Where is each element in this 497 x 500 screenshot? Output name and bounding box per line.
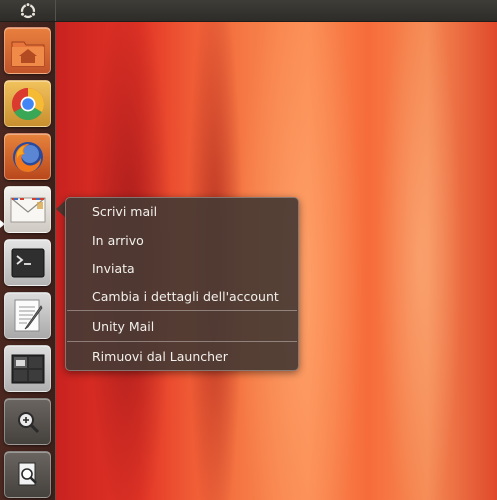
menu-separator: [67, 341, 297, 342]
menu-item-compose[interactable]: Scrivi mail: [92, 204, 157, 219]
top-panel: [0, 0, 497, 22]
menu-item-account-settings[interactable]: Cambia i dettagli dell'account: [92, 289, 279, 304]
magnifier-icon: [17, 411, 39, 433]
launcher-item-mail[interactable]: [4, 186, 51, 233]
home-folder-icon: [11, 41, 44, 66]
document-viewer-icon: [18, 462, 37, 485]
launcher: [0, 22, 56, 500]
menu-item-app-name[interactable]: Unity Mail: [92, 319, 154, 334]
ubuntu-logo-icon: [19, 1, 36, 18]
menu-item-sent[interactable]: Inviata: [92, 261, 135, 276]
launcher-item-home-folder[interactable]: [4, 27, 51, 74]
launcher-quicklist: Scrivi mail In arrivo Inviata Cambia i d…: [65, 197, 299, 371]
launcher-item-text-editor[interactable]: [4, 292, 51, 339]
launcher-item-document-viewer[interactable]: [4, 451, 51, 498]
launcher-item-workspace-switcher[interactable]: [4, 345, 51, 392]
firefox-icon: [12, 141, 43, 172]
launcher-item-magnifier[interactable]: [4, 398, 51, 445]
menu-separator: [67, 310, 297, 311]
chrome-icon: [11, 87, 44, 120]
workspace-switcher-icon: [11, 354, 44, 383]
launcher-item-firefox[interactable]: [4, 133, 51, 180]
envelope-icon: [10, 197, 45, 222]
launcher-item-chrome[interactable]: [4, 80, 51, 127]
text-editor-icon: [14, 299, 42, 331]
menu-item-remove-from-launcher[interactable]: Rimuovi dal Launcher: [92, 349, 228, 364]
dash-home-button[interactable]: [0, 0, 56, 21]
terminal-icon: [11, 248, 44, 277]
launcher-item-terminal[interactable]: [4, 239, 51, 286]
menu-item-inbox[interactable]: In arrivo: [92, 233, 144, 248]
